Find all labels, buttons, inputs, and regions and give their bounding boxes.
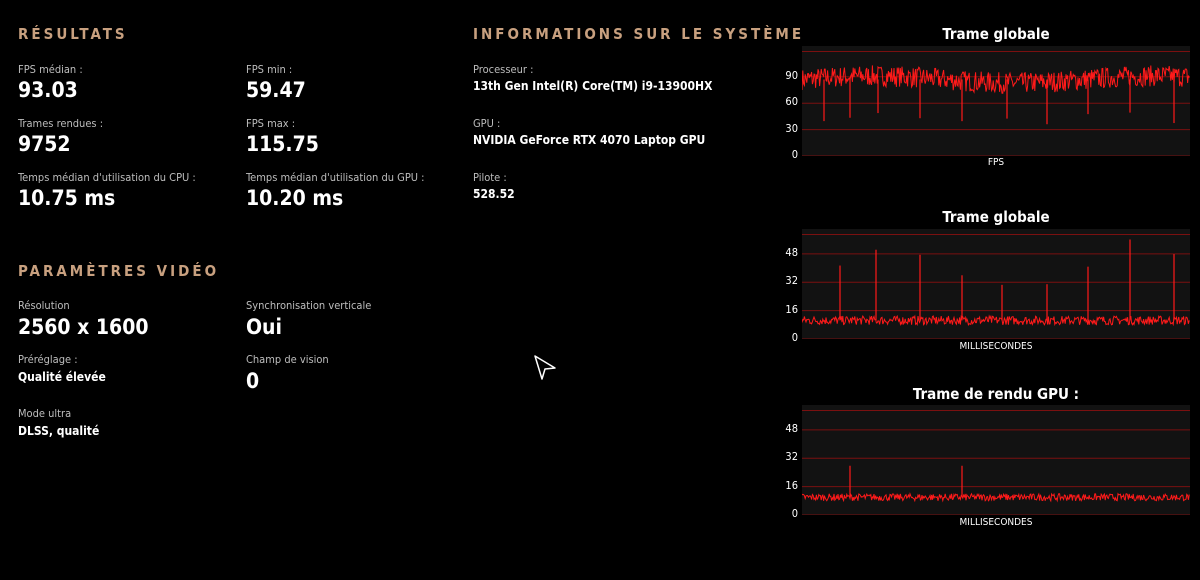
cpu-time-label: Temps médian d'utilisation du CPU : (18, 171, 196, 184)
processor-value: 13th Gen Intel(R) Core(TM) i9-13900HX (473, 79, 713, 93)
chart-1-ytick: 16 (785, 302, 798, 316)
chart-0-ytick: 60 (785, 95, 798, 109)
fov-label: Champ de vision (246, 353, 329, 366)
vsync-label: Synchronisation verticale (246, 299, 372, 312)
fov-value: 0 (246, 369, 260, 393)
ultra-mode-value: DLSS, qualité (18, 424, 100, 438)
chart-0-ytick: 90 (785, 68, 798, 82)
chart-2-plot (802, 410, 1190, 515)
preset-value: Qualité élevée (18, 370, 106, 384)
chart-0-ytick: 30 (785, 121, 798, 135)
chart-frametime (802, 229, 1190, 339)
fps-median-label: FPS médian : (18, 63, 83, 76)
gpu-label: GPU : (473, 117, 501, 130)
chart-0-plot (802, 51, 1190, 156)
results-title: RÉSULTATS (18, 25, 128, 43)
gpu-value: NVIDIA GeForce RTX 4070 Laptop GPU (473, 133, 706, 147)
chart-2-series-line (802, 492, 1190, 503)
chart-gpu-frametime-xlabel: MILLISECONDES (959, 517, 1033, 528)
chart-0-series-line (802, 65, 1190, 94)
preset-label: Préréglage : (18, 353, 78, 366)
frames-label: Trames rendues : (18, 117, 104, 130)
resolution-value: 2560 x 1600 (18, 315, 149, 339)
driver-label: Pilote : (473, 171, 507, 184)
chart-gpu-frametime-title: Trame de rendu GPU : (912, 385, 1080, 403)
chart-frametime-title: Trame globale (942, 208, 1050, 226)
video-settings-title: PARAMÈTRES VIDÉO (18, 262, 220, 280)
fps-max-label: FPS max : (246, 117, 296, 130)
chart-1-ytick: 48 (785, 245, 798, 259)
chart-frametime-xlabel: MILLISECONDES (959, 341, 1033, 352)
mouse-cursor-icon (534, 355, 556, 380)
chart-1-series-line (802, 314, 1190, 327)
chart-2-ytick: 32 (785, 450, 798, 464)
chart-1-ytick: 32 (785, 274, 798, 288)
chart-fps (802, 46, 1190, 156)
chart-2-ytick: 48 (785, 421, 798, 435)
chart-0-ytick: 0 (791, 148, 798, 161)
cpu-time-value: 10.75 ms (18, 186, 116, 210)
chart-2-ytick: 16 (785, 478, 798, 492)
fps-min-label: FPS min : (246, 63, 293, 76)
ultra-mode-label: Mode ultra (18, 407, 72, 420)
system-info-title: INFORMATIONS SUR LE SYSTÈME (473, 25, 805, 43)
vsync-value: Oui (246, 315, 282, 339)
gpu-time-label: Temps médian d'utilisation du GPU : (246, 171, 425, 184)
chart-1-ytick: 0 (791, 331, 798, 344)
chart-gpu-frametime (802, 405, 1190, 515)
processor-label: Processeur : (473, 63, 534, 76)
gpu-time-value: 10.20 ms (246, 186, 344, 210)
chart-2-ytick: 0 (791, 507, 798, 520)
resolution-label: Résolution (18, 299, 70, 312)
chart-fps-xlabel: FPS (987, 157, 1005, 168)
fps-min-value: 59.47 (246, 78, 306, 102)
fps-median-value: 93.03 (18, 78, 78, 102)
chart-fps-title: Trame globale (942, 25, 1050, 43)
driver-value: 528.52 (473, 187, 515, 201)
chart-1-plot (802, 234, 1190, 339)
fps-max-value: 115.75 (246, 132, 319, 156)
frames-value: 9752 (18, 132, 71, 156)
